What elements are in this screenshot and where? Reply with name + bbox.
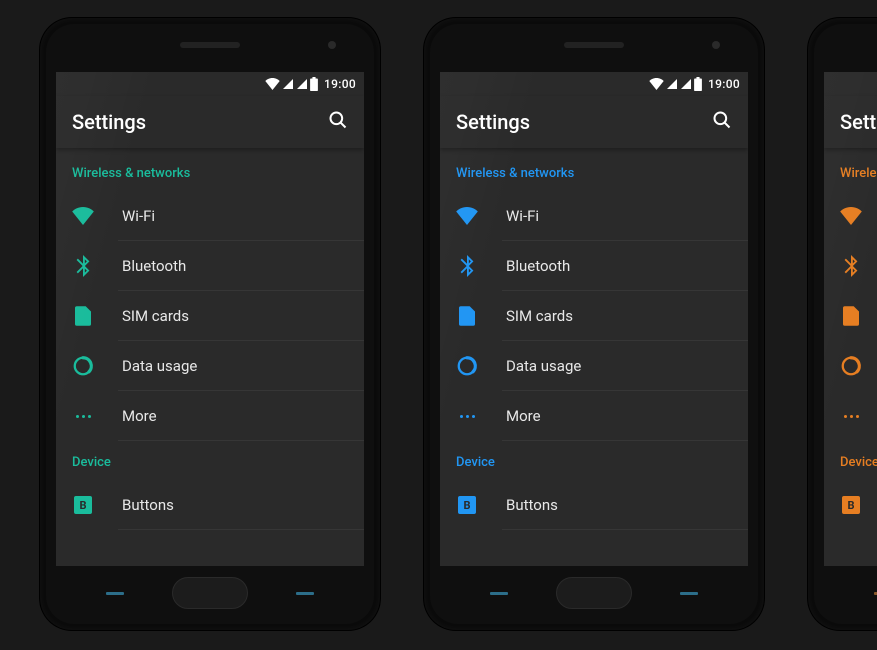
wifi-icon xyxy=(456,205,478,227)
signal2-icon xyxy=(296,78,308,90)
settings-list: Wireless & networks Wi-Fi Bluetooth SIM … xyxy=(56,148,364,530)
status-bar: 19:00 xyxy=(56,72,364,96)
phone-mockup: 19:00 Settings Wireless & networks Wi-Fi… xyxy=(40,18,380,630)
settings-item-label: SIM cards xyxy=(506,307,573,325)
settings-item-data-usage[interactable]: Data usage xyxy=(824,341,877,391)
settings-item-label: More xyxy=(122,407,157,425)
search-icon xyxy=(712,110,732,130)
settings-item-more[interactable]: More xyxy=(824,391,877,441)
settings-item-label: Data usage xyxy=(506,357,581,375)
app-bar: Settings xyxy=(56,96,364,148)
status-time: 19:00 xyxy=(324,77,356,91)
phone-nav xyxy=(814,574,877,612)
phone-nav xyxy=(430,574,758,612)
settings-item-buttons[interactable]: B Buttons xyxy=(824,480,877,530)
home-button[interactable] xyxy=(556,577,632,609)
wifi-status-icon xyxy=(649,78,664,90)
sim-icon xyxy=(72,305,94,327)
settings-list: Wireless & networks Wi-Fi Bluetooth SIM … xyxy=(440,148,748,530)
search-button[interactable] xyxy=(328,110,348,134)
signal1-icon xyxy=(282,78,294,90)
phone-speaker xyxy=(564,42,624,48)
status-bar: 19:00 xyxy=(824,72,877,96)
signal2-icon xyxy=(680,78,692,90)
buttons-icon: B xyxy=(456,494,478,516)
battery-icon xyxy=(694,77,702,91)
settings-item-label: SIM cards xyxy=(122,307,189,325)
search-icon xyxy=(328,110,348,130)
app-bar: Settings xyxy=(440,96,748,148)
status-time: 19:00 xyxy=(708,77,740,91)
phone-screen: 19:00 Settings Wireless & networks Wi-Fi… xyxy=(440,72,748,566)
settings-item-more[interactable]: More xyxy=(440,391,748,441)
data-usage-icon xyxy=(456,355,478,377)
settings-item-label: Wi-Fi xyxy=(122,207,155,225)
section-header: Wireless & networks xyxy=(56,152,364,191)
phone-mockup: 19:00 Settings Wireless & networks Wi-Fi… xyxy=(424,18,764,630)
settings-item-wi-fi[interactable]: Wi-Fi xyxy=(440,191,748,241)
section-header: Device xyxy=(824,441,877,480)
settings-item-bluetooth[interactable]: Bluetooth xyxy=(440,241,748,291)
settings-item-buttons[interactable]: B Buttons xyxy=(440,480,748,530)
wifi-icon xyxy=(840,205,862,227)
back-key[interactable] xyxy=(490,592,508,595)
settings-item-bluetooth[interactable]: Bluetooth xyxy=(824,241,877,291)
settings-item-bluetooth[interactable]: Bluetooth xyxy=(56,241,364,291)
phone-camera xyxy=(712,41,720,49)
settings-item-data-usage[interactable]: Data usage xyxy=(56,341,364,391)
page-title: Settings xyxy=(840,110,877,134)
wifi-status-icon xyxy=(265,78,280,90)
settings-item-label: Bluetooth xyxy=(122,257,186,275)
section-header: Device xyxy=(56,441,364,480)
more-icon xyxy=(840,405,862,427)
settings-item-label: Data usage xyxy=(122,357,197,375)
settings-item-wi-fi[interactable]: Wi-Fi xyxy=(824,191,877,241)
phone-screen: 19:00 Settings Wireless & networks Wi-Fi… xyxy=(56,72,364,566)
back-key[interactable] xyxy=(106,592,124,595)
battery-icon xyxy=(310,77,318,91)
sim-icon xyxy=(840,305,862,327)
settings-item-more[interactable]: More xyxy=(56,391,364,441)
settings-item-sim-cards[interactable]: SIM cards xyxy=(824,291,877,341)
settings-item-label: Buttons xyxy=(506,496,558,514)
signal1-icon xyxy=(666,78,678,90)
status-bar: 19:00 xyxy=(440,72,748,96)
settings-item-wi-fi[interactable]: Wi-Fi xyxy=(56,191,364,241)
buttons-icon: B xyxy=(840,494,862,516)
settings-item-sim-cards[interactable]: SIM cards xyxy=(440,291,748,341)
settings-item-data-usage[interactable]: Data usage xyxy=(440,341,748,391)
section-header: Wireless & networks xyxy=(440,152,748,191)
settings-item-label: Bluetooth xyxy=(506,257,570,275)
page-title: Settings xyxy=(72,110,146,134)
settings-item-buttons[interactable]: B Buttons xyxy=(56,480,364,530)
bluetooth-icon xyxy=(72,255,94,277)
settings-item-label: Wi-Fi xyxy=(506,207,539,225)
app-bar: Settings xyxy=(824,96,877,148)
more-icon xyxy=(72,405,94,427)
search-button[interactable] xyxy=(712,110,732,134)
page-title: Settings xyxy=(456,110,530,134)
section-header: Wireless & networks xyxy=(824,152,877,191)
sim-icon xyxy=(456,305,478,327)
data-usage-icon xyxy=(840,355,862,377)
settings-item-label: More xyxy=(506,407,541,425)
section-header: Device xyxy=(440,441,748,480)
recents-key[interactable] xyxy=(296,592,314,595)
bluetooth-icon xyxy=(456,255,478,277)
buttons-icon: B xyxy=(72,494,94,516)
home-button[interactable] xyxy=(172,577,248,609)
phone-nav xyxy=(46,574,374,612)
data-usage-icon xyxy=(72,355,94,377)
phone-screen: 19:00 Settings Wireless & networks Wi-Fi… xyxy=(824,72,877,566)
phone-speaker xyxy=(180,42,240,48)
settings-list: Wireless & networks Wi-Fi Bluetooth SIM … xyxy=(824,148,877,530)
phone-camera xyxy=(328,41,336,49)
phone-mockup: 19:00 Settings Wireless & networks Wi-Fi… xyxy=(808,18,877,630)
recents-key[interactable] xyxy=(680,592,698,595)
wifi-icon xyxy=(72,205,94,227)
more-icon xyxy=(456,405,478,427)
bluetooth-icon xyxy=(840,255,862,277)
settings-item-sim-cards[interactable]: SIM cards xyxy=(56,291,364,341)
settings-item-label: Buttons xyxy=(122,496,174,514)
